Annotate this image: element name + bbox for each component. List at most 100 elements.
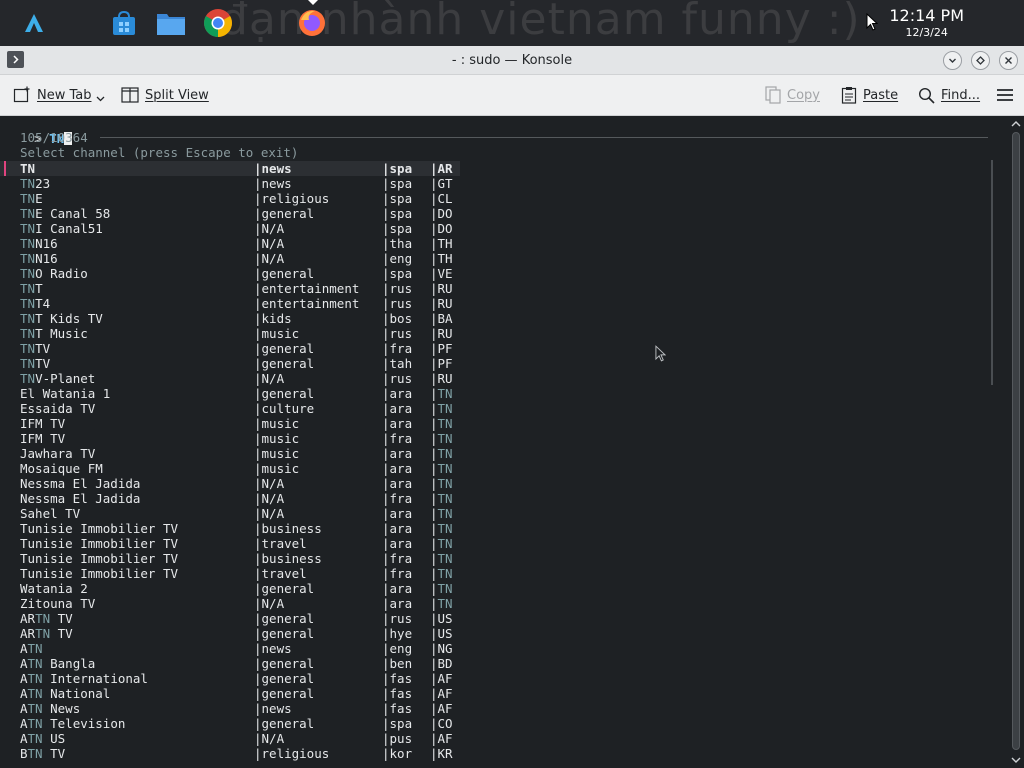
channel-row[interactable]: TNE Canal 58 |general |spa |DO bbox=[0, 206, 460, 221]
channel-row[interactable]: TNT Kids TV |kids |bos |BA bbox=[0, 311, 460, 326]
channel-category: |N/A bbox=[254, 371, 285, 386]
terminal-scrollbar[interactable] bbox=[1008, 116, 1024, 768]
channel-category: |N/A bbox=[254, 491, 285, 506]
file-manager-icon[interactable] bbox=[155, 7, 187, 39]
channel-row[interactable]: ATN International |general |fas |AF bbox=[0, 671, 460, 686]
channel-row[interactable]: Watania 2 |general |ara |TN bbox=[0, 581, 460, 596]
channel-row[interactable]: IFM TV |music |fra |TN bbox=[0, 431, 460, 446]
channel-row[interactable]: Nessma El Jadida |N/A |fra |TN bbox=[0, 491, 460, 506]
channel-row[interactable]: ATN News |news |fas |AF bbox=[0, 701, 460, 716]
copy-button[interactable]: Copy bbox=[765, 85, 820, 105]
scroll-up-arrow-icon[interactable] bbox=[1011, 119, 1021, 129]
channel-country: |KR bbox=[430, 746, 453, 761]
channel-row[interactable]: TN23 |news |spa |GT bbox=[0, 176, 460, 191]
split-view-button[interactable]: Split View bbox=[121, 85, 209, 105]
firefox-icon[interactable] bbox=[296, 7, 328, 39]
channel-lang: |eng bbox=[382, 641, 413, 656]
clock[interactable]: 12:14 PM 12/3/24 bbox=[889, 7, 964, 40]
channel-lang: |ara bbox=[382, 386, 413, 401]
terminal-area[interactable]: > TN 105/10364 Select channel (press Esc… bbox=[0, 116, 1024, 768]
channel-row[interactable]: ATN US |N/A |pus |AF bbox=[0, 731, 460, 746]
paste-button[interactable]: Paste bbox=[841, 85, 898, 105]
channel-lang: |spa bbox=[382, 191, 413, 206]
channel-row[interactable]: Nessma El Jadida |N/A |ara |TN bbox=[0, 476, 460, 491]
channel-lang: |rus bbox=[382, 281, 413, 296]
channel-name: TNTV bbox=[20, 341, 51, 356]
list-scrollbar-thumb[interactable] bbox=[991, 160, 993, 385]
channel-name: Sahel TV bbox=[20, 506, 81, 521]
maximize-button[interactable] bbox=[971, 51, 990, 70]
channel-row[interactable]: ARTN TV |general |rus |US bbox=[0, 611, 460, 626]
channel-name: Jawhara TV bbox=[20, 446, 96, 461]
channel-row[interactable]: Tunisie Immobilier TV |travel |fra |TN bbox=[0, 566, 460, 581]
channel-category: |N/A bbox=[254, 236, 285, 251]
channel-row[interactable]: ATN Bangla |general |ben |BD bbox=[0, 656, 460, 671]
channel-lang: |bos bbox=[382, 311, 413, 326]
channel-lang: |fas bbox=[382, 686, 413, 701]
channel-row[interactable]: Essaida TV |culture |ara |TN bbox=[0, 401, 460, 416]
channel-country: |TN bbox=[430, 476, 453, 491]
channel-row[interactable]: IFM TV |music |ara |TN bbox=[0, 416, 460, 431]
channel-row[interactable]: TNT |entertainment |rus |RU bbox=[0, 281, 460, 296]
channel-row[interactable]: El Watania 1 |general |ara |TN bbox=[0, 386, 460, 401]
channel-row[interactable]: TNO Radio |general |spa |VE bbox=[0, 266, 460, 281]
list-scrollbar[interactable] bbox=[989, 160, 995, 760]
channel-row[interactable]: Sahel TV |N/A |ara |TN bbox=[0, 506, 460, 521]
channel-row[interactable]: TNN16 |N/A |tha |TH bbox=[0, 236, 460, 251]
channel-lang: |fra bbox=[382, 341, 413, 356]
channel-row[interactable]: Mosaique FM |music |ara |TN bbox=[0, 461, 460, 476]
channel-category: |N/A bbox=[254, 506, 285, 521]
channel-name: TNT Kids TV bbox=[20, 311, 103, 326]
selected-channel-row[interactable]: TN |news |spa |AR bbox=[0, 161, 460, 176]
channel-country: |TH bbox=[430, 236, 453, 251]
channel-row[interactable]: TNT Music |music |rus |RU bbox=[0, 326, 460, 341]
hamburger-menu-button[interactable] bbox=[996, 85, 1014, 105]
channel-name: ATN bbox=[20, 641, 43, 656]
channel-row[interactable]: TNE |religious |spa |CL bbox=[0, 191, 460, 206]
channel-name: ATN National bbox=[20, 686, 111, 701]
channel-lang: |ara bbox=[382, 596, 413, 611]
channel-row[interactable]: ATN Television |general |spa |CO bbox=[0, 716, 460, 731]
channel-row[interactable]: Tunisie Immobilier TV |business |ara |TN bbox=[0, 521, 460, 536]
channel-row[interactable]: TNV-Planet |N/A |rus |RU bbox=[0, 371, 460, 386]
channel-country: |US bbox=[430, 626, 453, 641]
channel-row[interactable]: Zitouna TV |N/A |ara |TN bbox=[0, 596, 460, 611]
minimize-button[interactable] bbox=[943, 51, 962, 70]
window-title: - : sudo — Konsole bbox=[451, 53, 573, 68]
channel-country: |VE bbox=[430, 266, 453, 281]
channel-row[interactable]: ARTN TV |general |hye |US bbox=[0, 626, 460, 641]
channel-name: ATN Television bbox=[20, 716, 126, 731]
channel-row[interactable]: Jawhara TV |music |ara |TN bbox=[0, 446, 460, 461]
channel-country: |TN bbox=[430, 506, 453, 521]
channel-row[interactable]: TNT4 |entertainment |rus |RU bbox=[0, 296, 460, 311]
channel-lang: |pus bbox=[382, 731, 413, 746]
close-button[interactable] bbox=[999, 51, 1018, 70]
channel-row[interactable]: TNTV |general |fra |PF bbox=[0, 341, 460, 356]
channel-row[interactable]: ATN National |general |fas |AF bbox=[0, 686, 460, 701]
new-tab-button[interactable]: New Tab bbox=[13, 85, 105, 105]
chevron-down-icon bbox=[949, 58, 956, 63]
channel-row[interactable]: Tunisie Immobilier TV |business |fra |TN bbox=[0, 551, 460, 566]
channel-row[interactable]: TNN16 |N/A |eng |TH bbox=[0, 251, 460, 266]
scroll-down-arrow-icon[interactable] bbox=[1011, 755, 1021, 765]
channel-row[interactable]: Tunisie Immobilier TV |travel |ara |TN bbox=[0, 536, 460, 551]
channel-category: |N/A bbox=[254, 596, 285, 611]
channel-row[interactable]: TNI Canal51 |N/A |spa |DO bbox=[0, 221, 460, 236]
chrome-icon[interactable] bbox=[202, 7, 234, 39]
channel-name: TNN16 bbox=[20, 251, 58, 266]
split-view-icon bbox=[121, 87, 139, 103]
channel-row[interactable]: BTN TV |religious |kor |KR bbox=[0, 746, 460, 761]
launcher-icon[interactable] bbox=[18, 7, 50, 39]
channel-country: |GT bbox=[430, 176, 453, 191]
terminal-scrollbar-thumb[interactable] bbox=[1012, 132, 1020, 750]
channel-row[interactable]: TNTV |general |tah |PF bbox=[0, 356, 460, 371]
channel-lang: |spa bbox=[382, 221, 413, 236]
prompt-line[interactable]: > TN bbox=[4, 116, 73, 146]
channel-row[interactable]: ATN |news |eng |NG bbox=[0, 641, 460, 656]
window-titlebar[interactable]: - : sudo — Konsole bbox=[0, 46, 1024, 75]
channel-lang: |rus bbox=[382, 326, 413, 341]
channel-category: |travel bbox=[254, 536, 307, 551]
find-button[interactable]: Find... bbox=[918, 85, 980, 105]
store-icon[interactable] bbox=[108, 7, 140, 39]
close-icon bbox=[1005, 57, 1012, 64]
